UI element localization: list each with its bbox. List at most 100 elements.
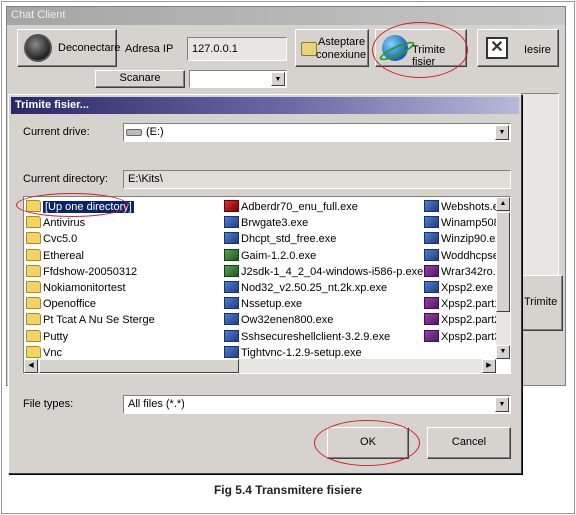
- globe-icon: [382, 35, 408, 61]
- file-name: Woddhcpser: [441, 249, 503, 262]
- file-name: Dhcpt_std_free.exe: [241, 233, 337, 246]
- exe-icon: [224, 232, 239, 245]
- archive-icon: [424, 329, 439, 342]
- chevron-down-icon[interactable]: ▼: [271, 72, 285, 86]
- folder-up-icon: [26, 200, 41, 212]
- exe-icon: [424, 264, 439, 277]
- archive-icon: [424, 313, 439, 326]
- directory-value: E:\Kits\: [128, 173, 163, 185]
- scroll-right-icon[interactable]: ▶: [482, 359, 496, 373]
- vertical-scroll-thumb[interactable]: [496, 212, 510, 312]
- drive-select[interactable]: (E:) ▼: [123, 123, 511, 142]
- send-file-button[interactable]: Trimite fisier: [375, 29, 467, 68]
- horizontal-scrollbar[interactable]: ◀ ▶: [24, 359, 496, 373]
- drive-icon: [126, 128, 142, 136]
- file-name: Ow32enen800.exe: [241, 314, 334, 327]
- disconnect-icon: [24, 34, 52, 62]
- file-list-item[interactable]: Adberdr70_enu_full.exe: [224, 199, 423, 215]
- file-list-item[interactable]: J2sdk-1_4_2_04-windows-i586-p.exe: [224, 264, 423, 280]
- file-list-item[interactable]: Antivirus: [26, 215, 178, 231]
- file-name: Pt Tcat A Nu Se Sterge: [43, 314, 155, 327]
- file-name: Putty: [43, 330, 69, 343]
- folder-icon: [26, 232, 41, 245]
- archive-icon: [424, 297, 439, 310]
- vertical-scrollbar[interactable]: ▲ ▼: [496, 197, 510, 359]
- exe-icon: [224, 297, 239, 310]
- file-name: Antivirus: [43, 217, 86, 230]
- file-list-item[interactable]: Dhcpt_std_free.exe: [224, 231, 423, 247]
- folder-icon: [26, 248, 41, 261]
- chevron-down-icon[interactable]: ▼: [495, 397, 509, 412]
- connection-icon: [301, 42, 317, 56]
- scan-label: Scanare: [119, 72, 161, 84]
- exe-icon: [224, 200, 239, 212]
- file-list[interactable]: [Up one directory] Antivirus Cvc5.0 Etherea…: [23, 196, 511, 374]
- drive-value: (E:): [146, 126, 164, 138]
- horizontal-scroll-thumb[interactable]: [39, 359, 239, 373]
- file-list-item[interactable]: Putty: [26, 329, 178, 345]
- file-name: Brwgate3.exe: [241, 217, 309, 230]
- scroll-left-icon[interactable]: ◀: [24, 359, 38, 373]
- folder-icon: [26, 216, 41, 229]
- file-name: Cvc5.0: [43, 233, 78, 246]
- send-file-dialog: Trimite fisier... Current drive: (E:) ▼ …: [8, 94, 522, 474]
- exe-icon: [224, 345, 239, 358]
- exe-icon: [224, 313, 239, 326]
- file-list-item[interactable]: Nssetup.exe: [224, 296, 423, 312]
- waiting-label-line2: conexiune: [316, 49, 367, 61]
- exe-icon: [424, 280, 439, 293]
- folder-icon: [26, 345, 41, 358]
- file-types-value: All files (*.*): [128, 398, 185, 410]
- exe-icon: [424, 232, 439, 245]
- chevron-down-icon[interactable]: ▼: [495, 125, 509, 140]
- ok-label: OK: [360, 436, 376, 448]
- exe-icon: [224, 216, 239, 229]
- file-types-label: File types:: [23, 398, 74, 410]
- cancel-button[interactable]: Cancel: [427, 427, 511, 459]
- waiting-connection-button[interactable]: Asteptare conexiune: [295, 29, 369, 67]
- exe-icon: [224, 280, 239, 293]
- exe-icon: [224, 248, 239, 261]
- side-send-label: Trimite: [524, 296, 558, 308]
- file-list-item[interactable]: Ow32enen800.exe: [224, 312, 423, 328]
- file-name: Sshsecureshellclient-3.2.9.exe: [241, 330, 391, 343]
- ip-label: Adresa IP: [125, 43, 174, 55]
- file-list-item[interactable]: Sshsecureshellclient-3.2.9.exe: [224, 329, 423, 345]
- file-list-item[interactable]: Ethereal: [26, 248, 178, 264]
- file-name: J2sdk-1_4_2_04-windows-i586-p.exe: [241, 265, 424, 278]
- file-name: Ethereal: [43, 249, 84, 262]
- chat-area[interactable]: [521, 93, 559, 279]
- ip-input[interactable]: 127.0.0.1: [187, 37, 287, 61]
- scan-select[interactable]: ▼: [189, 70, 287, 88]
- file-name: Adberdr70_enu_full.exe: [241, 201, 358, 213]
- ok-button[interactable]: OK: [327, 427, 409, 459]
- file-list-item[interactable]: [Up one directory]: [26, 199, 178, 215]
- scroll-up-icon[interactable]: ▲: [496, 197, 510, 211]
- directory-field[interactable]: E:\Kits\: [123, 170, 511, 189]
- exe-icon: [224, 329, 239, 342]
- file-name: Xpsp2.exe: [441, 281, 493, 294]
- side-send-button[interactable]: Trimite: [521, 275, 563, 331]
- file-list-item[interactable]: Openoffice: [26, 296, 178, 312]
- figure-caption: Fig 5.4 Transmitere fisiere: [213, 483, 363, 497]
- file-name: Vnc: [43, 346, 62, 359]
- file-list-item[interactable]: Nokiamonitortest: [26, 280, 178, 296]
- file-types-select[interactable]: All files (*.*) ▼: [123, 395, 511, 414]
- current-drive-label: Current drive:: [23, 126, 90, 138]
- chat-client-title: Chat Client: [7, 7, 565, 25]
- file-list-item[interactable]: Brwgate3.exe: [224, 215, 423, 231]
- file-list-item[interactable]: Ffdshow-20050312: [26, 264, 178, 280]
- disconnect-button[interactable]: Deconectare: [17, 29, 120, 67]
- file-list-item[interactable]: Gaim-1.2.0.exe: [224, 248, 423, 264]
- folder-icon: [26, 313, 41, 326]
- scroll-down-icon[interactable]: ▼: [496, 345, 510, 359]
- folder-icon: [26, 297, 41, 310]
- exit-button[interactable]: ✕ Iesire: [477, 29, 559, 67]
- file-name: Openoffice: [43, 298, 97, 311]
- file-list-item[interactable]: Nod32_v2.50.25_nt.2k.xp.exe: [224, 280, 423, 296]
- exe-icon: [424, 216, 439, 229]
- send-file-label: Trimite fisier: [412, 44, 446, 68]
- file-list-item[interactable]: Cvc5.0: [26, 231, 178, 247]
- file-list-item[interactable]: Pt Tcat A Nu Se Sterge: [26, 312, 178, 328]
- scan-button[interactable]: Scanare: [95, 70, 185, 88]
